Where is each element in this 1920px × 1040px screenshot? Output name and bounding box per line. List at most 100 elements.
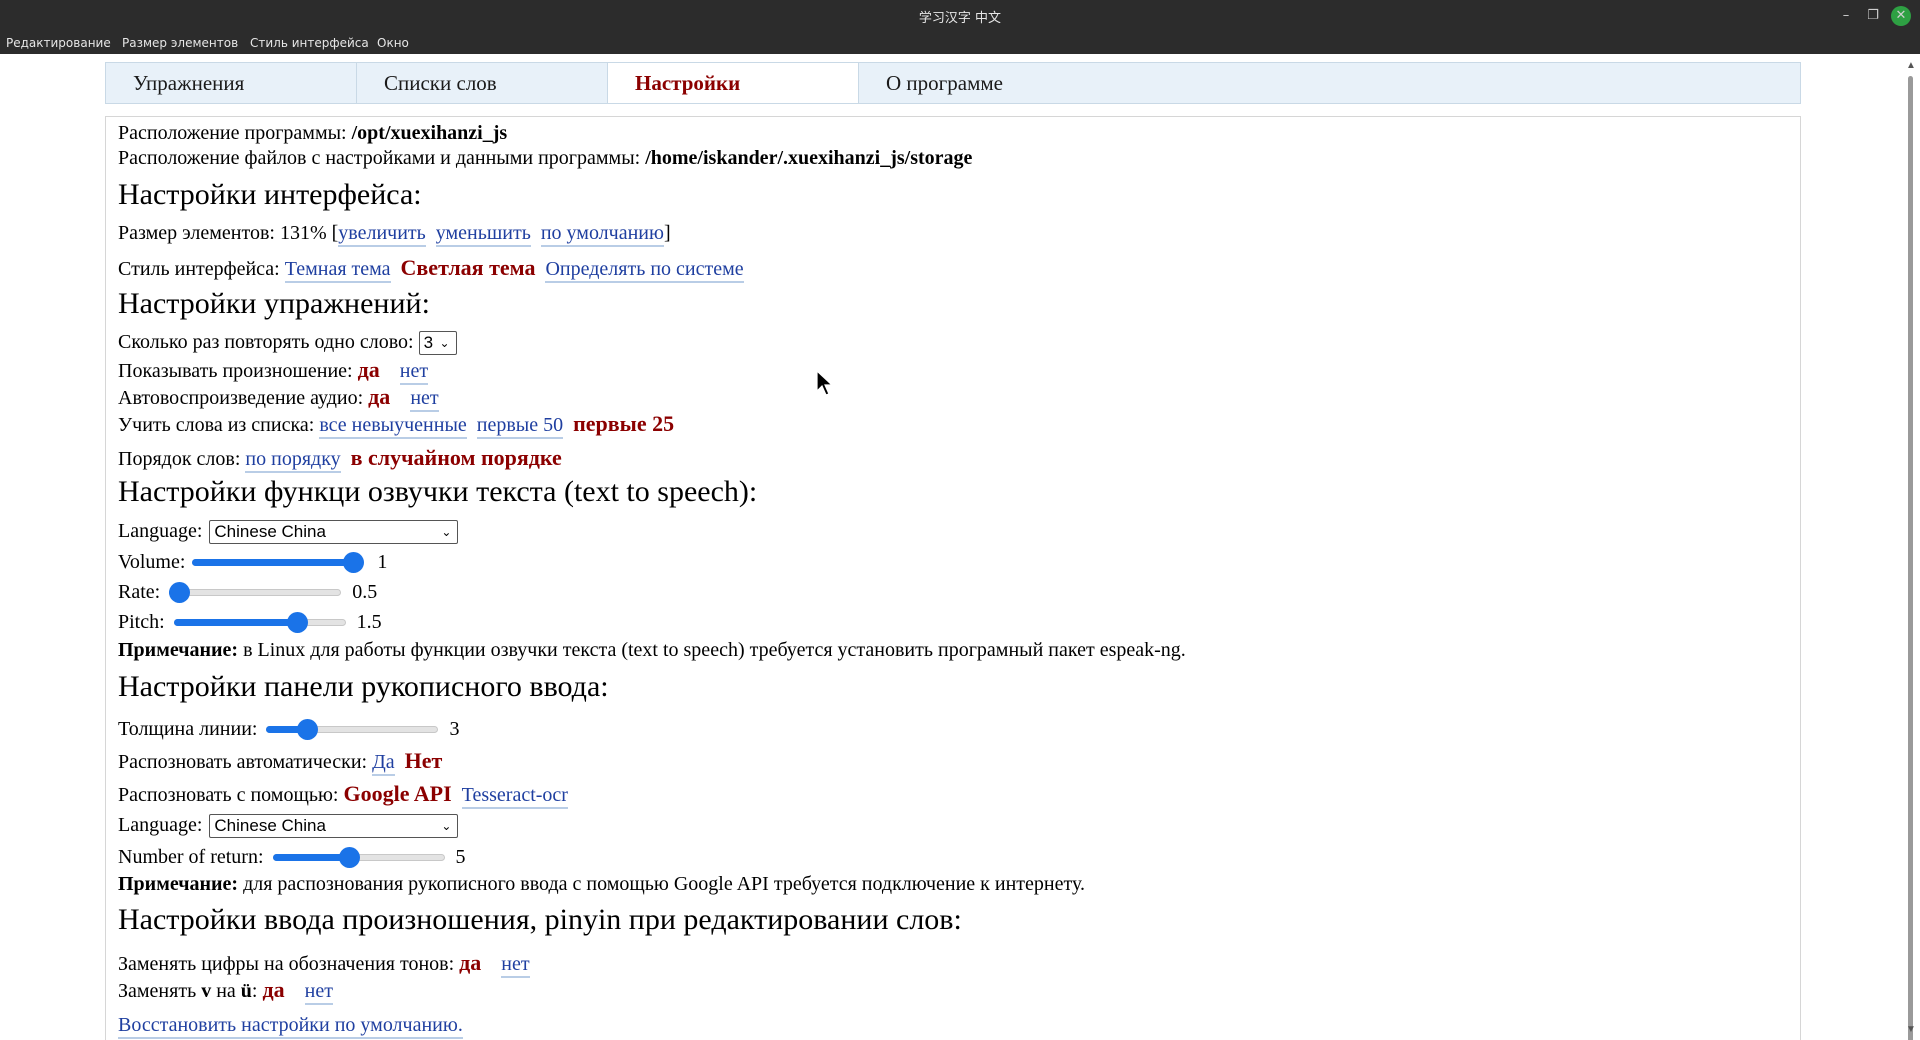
auto-recognize-label: Распозновать автоматически: bbox=[118, 751, 373, 773]
repeat-select[interactable]: 3 ⌄ bbox=[418, 331, 457, 356]
thickness-value: 3 bbox=[449, 718, 460, 740]
menu-element-size[interactable]: Размер элементов bbox=[122, 36, 238, 50]
v-to-u-yes-selected[interactable]: да bbox=[262, 977, 284, 1002]
word-list-label: Учить слова из списка: bbox=[118, 414, 320, 436]
tab-word-lists[interactable]: Списки слов bbox=[357, 63, 608, 103]
v-to-u-label-2: на bbox=[211, 980, 241, 1002]
tones-label: Заменять цифры на обозначения тонов: bbox=[118, 953, 460, 975]
hw-note: Примечание: для распознования рукописног… bbox=[118, 873, 1085, 896]
tts-note: Примечание: в Linux для работы функции о… bbox=[118, 639, 1186, 662]
tab-settings[interactable]: Настройки bbox=[608, 63, 859, 103]
scrollbar[interactable]: ▲ ▼ bbox=[1904, 58, 1918, 1040]
repeat-row: Сколько раз повторять одно слово: 3 ⌄ bbox=[118, 331, 457, 356]
close-icon[interactable]: ✕ bbox=[1891, 6, 1911, 26]
autoplay-label: Автовоспроизведение аудио: bbox=[118, 387, 369, 409]
tones-no-link[interactable]: нет bbox=[501, 953, 530, 978]
repeat-label: Сколько раз повторять одно слово: bbox=[118, 331, 419, 353]
menu-window[interactable]: Окно bbox=[377, 36, 409, 50]
menu-bar: Редактирование Размер элементов Стиль ин… bbox=[0, 32, 1920, 54]
v-to-u-row: Заменять v на ü: да нет bbox=[118, 977, 333, 1005]
in-order-link[interactable]: по порядку bbox=[245, 448, 341, 473]
rate-row: Rate: 0.5 bbox=[118, 581, 377, 604]
default-size-link[interactable]: по умолчанию bbox=[540, 222, 664, 247]
hw-language-row: Language: Chinese China ⌄ bbox=[118, 814, 459, 839]
chevron-down-icon: ⌄ bbox=[439, 336, 450, 351]
light-theme-selected[interactable]: Светлая тема bbox=[401, 255, 536, 280]
tones-row: Заменять цифры на обозначения тонов: да н… bbox=[118, 950, 530, 978]
hw-language-select[interactable]: Chinese China ⌄ bbox=[209, 814, 459, 839]
return-count-row: Number of return: 5 bbox=[118, 846, 466, 869]
decrease-link[interactable]: уменьшить bbox=[435, 222, 531, 247]
return-count-slider[interactable] bbox=[272, 847, 445, 869]
increase-link[interactable]: увеличить bbox=[338, 222, 426, 247]
tab-exercises[interactable]: Упражнения bbox=[106, 63, 357, 103]
dark-theme-link[interactable]: Темная тема bbox=[284, 258, 391, 283]
program-location: Расположение программы: /opt/xuexihanzi_… bbox=[118, 122, 507, 145]
tesseract-link[interactable]: Tesseract-ocr bbox=[461, 784, 568, 809]
exercises-heading: Настройки упражнений: bbox=[118, 287, 430, 320]
pinyin-heading: Настройки ввода произношения, pinyin при… bbox=[118, 903, 962, 936]
tts-language-select[interactable]: Chinese China ⌄ bbox=[209, 520, 459, 545]
volume-slider-thumb[interactable] bbox=[343, 552, 365, 574]
scrollbar-thumb[interactable] bbox=[1908, 76, 1913, 1040]
chevron-down-icon: ⌄ bbox=[441, 819, 452, 834]
rate-slider[interactable] bbox=[169, 582, 342, 604]
tab-about[interactable]: О программе bbox=[859, 63, 1110, 103]
return-count-slider-thumb[interactable] bbox=[338, 847, 360, 869]
pitch-row: Pitch: 1.5 bbox=[118, 611, 382, 634]
rate-label: Rate: bbox=[118, 581, 161, 603]
auto-recognize-row: Распозновать автоматически: Да Нет bbox=[118, 748, 443, 776]
program-location-label: Расположение программы: bbox=[118, 122, 352, 144]
restore-row: Восстановить настройки по умолчанию. bbox=[118, 1014, 463, 1039]
v-to-u-label-3: : bbox=[251, 980, 263, 1002]
v-to-u-label-1: Заменять bbox=[118, 980, 202, 1002]
google-api-selected[interactable]: Google API bbox=[343, 781, 451, 806]
menu-interface-style[interactable]: Стиль интерфейса bbox=[250, 36, 369, 50]
volume-label: Volume: bbox=[118, 551, 186, 573]
autoplay-no-link[interactable]: нет bbox=[410, 387, 439, 412]
tones-yes-selected[interactable]: да bbox=[459, 950, 481, 975]
volume-slider[interactable] bbox=[192, 552, 365, 574]
pronunciation-yes-selected[interactable]: да bbox=[358, 357, 380, 382]
autoplay-yes-selected[interactable]: да bbox=[368, 384, 390, 409]
storage-location-label: Расположение файлов с настройками и данн… bbox=[118, 147, 646, 169]
pitch-slider[interactable] bbox=[173, 612, 346, 634]
tts-note-text: в Linux для работы функции озвучки текст… bbox=[238, 639, 1186, 661]
word-order-row: Порядок слов: по порядку в случайном поря… bbox=[118, 445, 562, 473]
return-count-label: Number of return: bbox=[118, 846, 264, 868]
system-theme-link[interactable]: Определять по системе bbox=[545, 258, 744, 283]
storage-location: Расположение файлов с настройками и данн… bbox=[118, 147, 972, 170]
auto-recognize-yes-link[interactable]: Да bbox=[372, 751, 395, 776]
first-25-selected[interactable]: первые 25 bbox=[573, 411, 674, 436]
pronunciation-label: Показывать произношение: bbox=[118, 360, 358, 382]
hw-language-label: Language: bbox=[118, 814, 203, 836]
random-order-selected[interactable]: в случайном порядке bbox=[351, 445, 562, 470]
tts-language-label: Language: bbox=[118, 520, 203, 542]
scroll-down-icon[interactable]: ▼ bbox=[1906, 1024, 1916, 1035]
pitch-label: Pitch: bbox=[118, 611, 165, 633]
menu-edit[interactable]: Редактирование bbox=[6, 36, 111, 50]
thickness-slider-thumb[interactable] bbox=[296, 719, 318, 741]
maximize-icon[interactable]: ❐ bbox=[1863, 6, 1883, 26]
first-50-link[interactable]: первые 50 bbox=[476, 414, 564, 439]
restore-defaults-link[interactable]: Восстановить настройки по умолчанию. bbox=[118, 1014, 463, 1039]
tab-bar: Упражнения Списки слов Настройки О прогр… bbox=[105, 62, 1801, 104]
handwriting-heading: Настройки панели рукописного ввода: bbox=[118, 670, 609, 703]
all-unlearned-link[interactable]: все невыученные bbox=[319, 414, 467, 439]
rate-slider-thumb[interactable] bbox=[169, 582, 191, 604]
tts-note-label: Примечание: bbox=[118, 639, 239, 661]
scroll-up-icon[interactable]: ▲ bbox=[1906, 60, 1916, 71]
v-to-u-no-link[interactable]: нет bbox=[304, 980, 333, 1005]
thickness-row: Толщина линии: 3 bbox=[118, 718, 459, 741]
thickness-slider[interactable] bbox=[266, 719, 439, 741]
hw-language-value: Chinese China bbox=[214, 816, 326, 836]
pronunciation-no-link[interactable]: нет bbox=[399, 360, 429, 385]
chevron-down-icon: ⌄ bbox=[441, 525, 452, 540]
pitch-slider-thumb[interactable] bbox=[286, 612, 308, 634]
minimize-icon[interactable]: – bbox=[1836, 6, 1856, 26]
u-letter: ü bbox=[240, 980, 252, 1002]
element-size-label: Размер элементов: 131% [ bbox=[118, 222, 339, 244]
thickness-label: Толщина линии: bbox=[118, 718, 258, 740]
auto-recognize-no-selected[interactable]: Нет bbox=[405, 748, 443, 773]
storage-path: /home/iskander/.xuexihanzi_js/storage bbox=[645, 147, 973, 169]
